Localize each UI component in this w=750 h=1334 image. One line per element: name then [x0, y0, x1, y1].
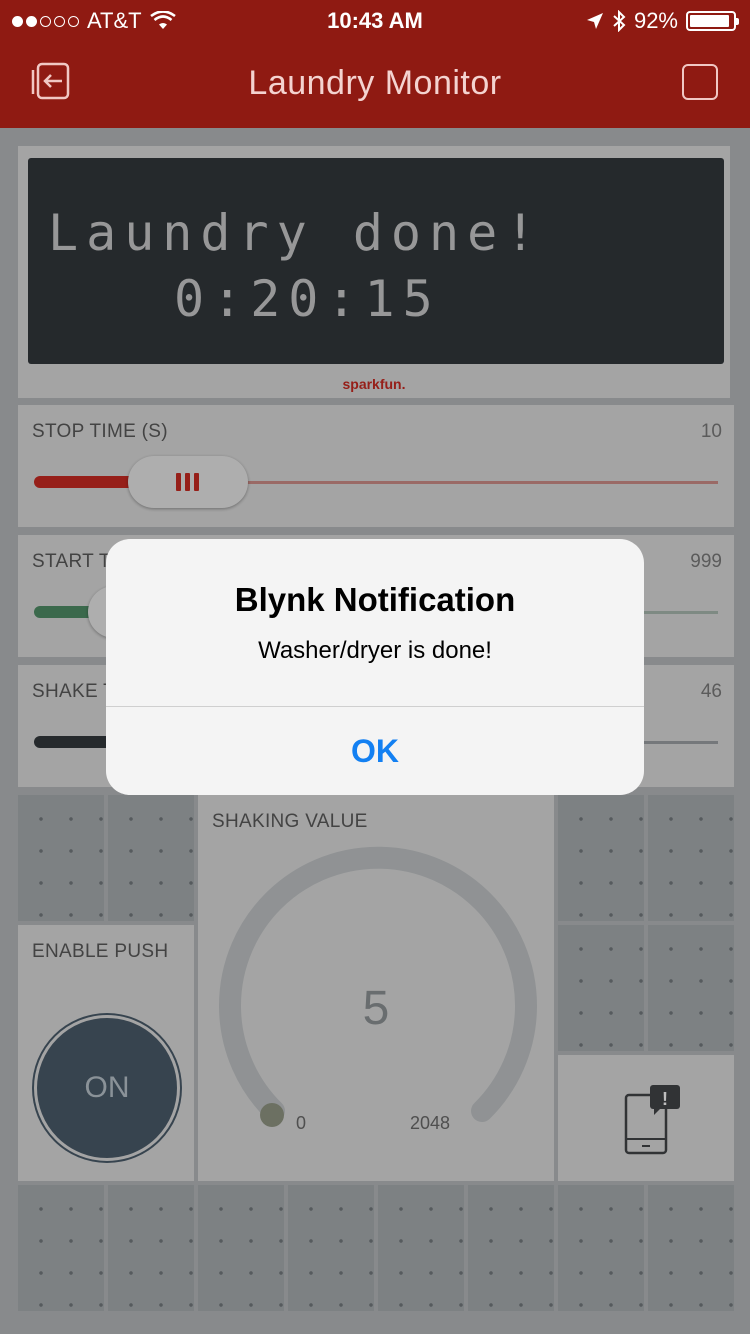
- bluetooth-icon: [613, 10, 626, 32]
- nav-bar: Laundry Monitor: [0, 40, 750, 128]
- alert-title: Blynk Notification: [234, 581, 516, 618]
- battery-icon: [686, 11, 739, 31]
- notification-alert: Blynk Notification Washer/dryer is done!…: [106, 539, 644, 795]
- battery-level-fill: [690, 15, 729, 27]
- page-title: Laundry Monitor: [248, 64, 502, 102]
- status-right: 92%: [586, 8, 739, 34]
- battery-percent: 92%: [633, 8, 678, 33]
- stop-square-icon[interactable]: [682, 64, 718, 100]
- ok-button[interactable]: OK: [106, 707, 644, 795]
- alert-message: Washer/dryer is done!: [258, 637, 492, 664]
- location-arrow-icon: [586, 13, 603, 29]
- status-bar: AT&T 10:43 AM 92%: [0, 0, 750, 40]
